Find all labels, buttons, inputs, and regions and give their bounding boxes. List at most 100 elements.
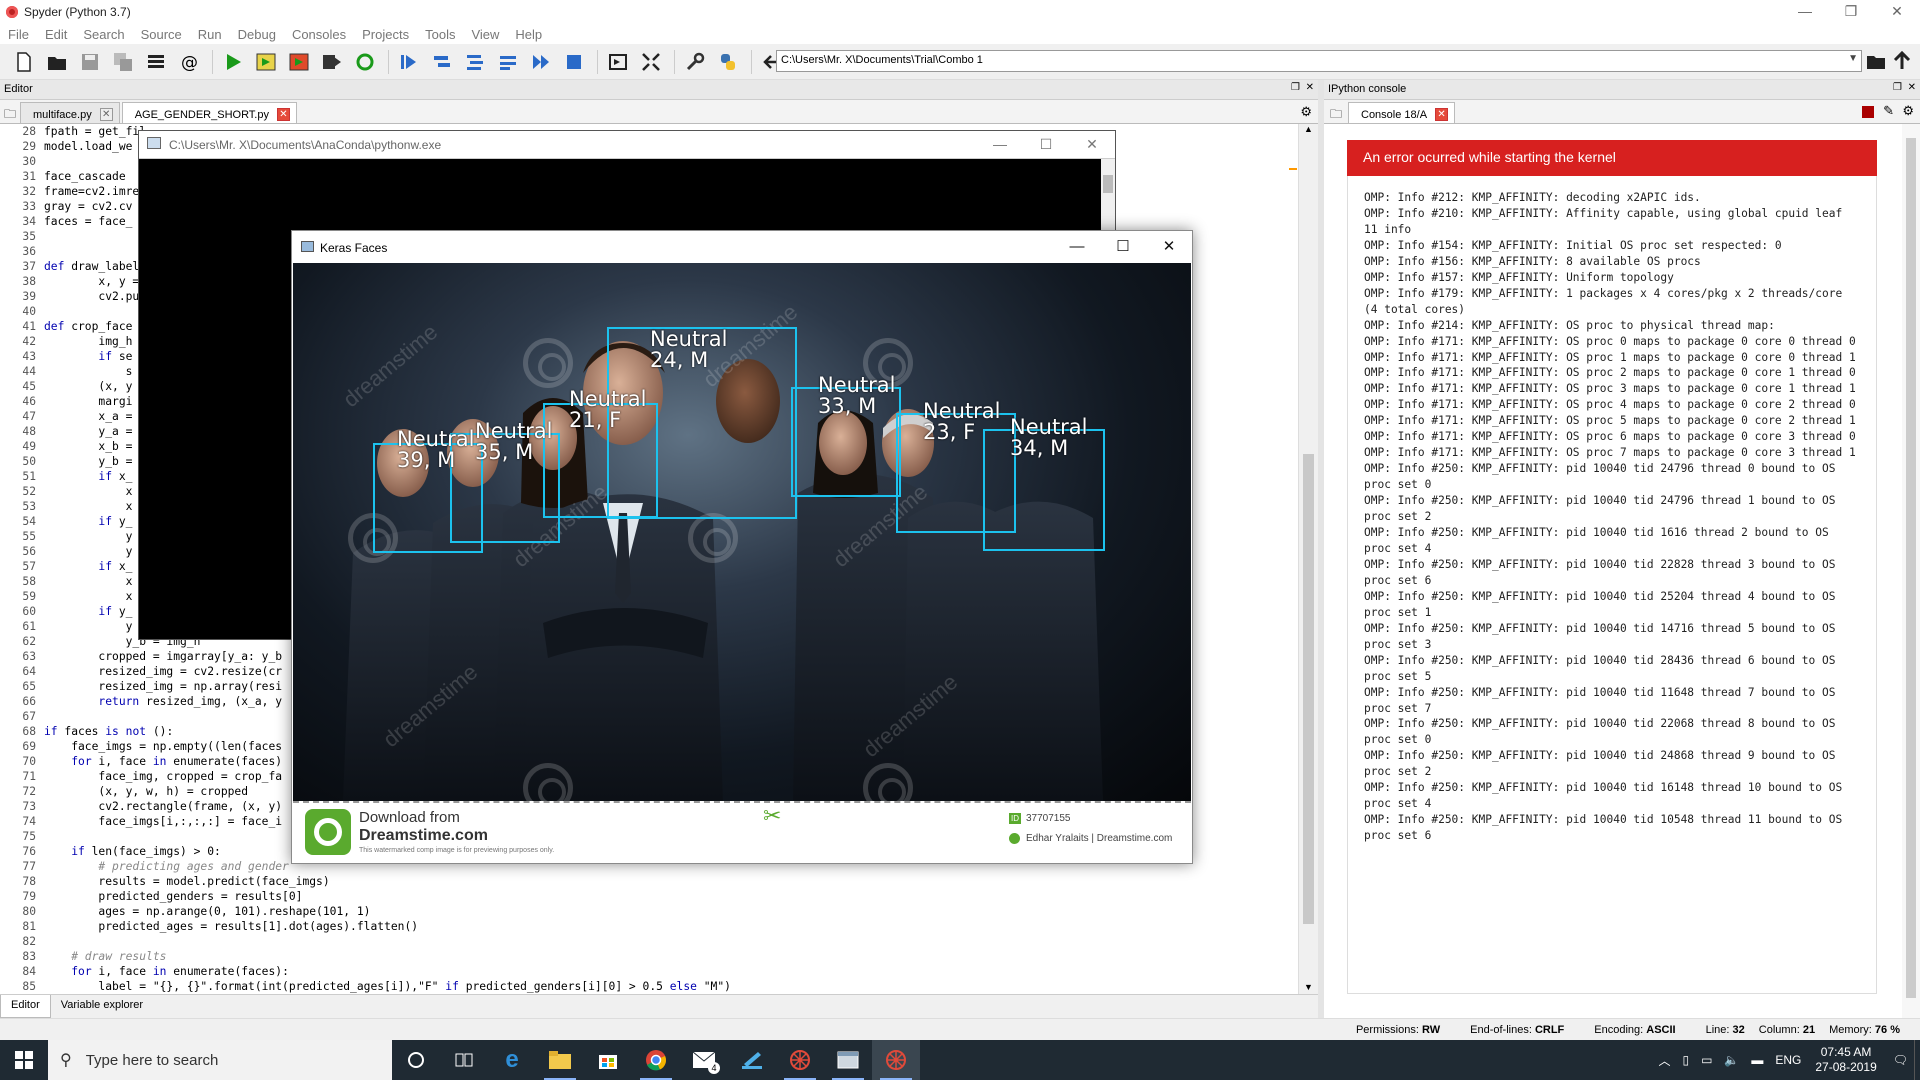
tab-console-18a[interactable]: Console 18/A ✕ (1348, 102, 1456, 123)
menu-consoles[interactable]: Consoles (292, 27, 346, 42)
menu-file[interactable]: File (8, 27, 29, 42)
minimize-button[interactable]: — (1054, 231, 1100, 263)
python-window-taskbar-icon[interactable] (824, 1040, 872, 1080)
maximize-button[interactable]: ☐ (1100, 231, 1146, 263)
code-line[interactable]: 78 results = model.predict(face_imgs) (0, 874, 1298, 889)
run-icon[interactable] (221, 50, 245, 74)
menu-source[interactable]: Source (141, 27, 182, 42)
keras-faces-window[interactable]: Keras Faces — ☐ ✕ dreamstime dreamstime … (291, 230, 1193, 864)
tab-editor[interactable]: Editor (0, 995, 51, 1018)
close-tab-icon[interactable]: ✕ (1435, 108, 1449, 121)
new-file-icon[interactable] (12, 50, 36, 74)
close-button[interactable]: ✕ (1146, 231, 1192, 263)
menu-search[interactable]: Search (83, 27, 124, 42)
scroll-up-icon[interactable]: ▲ (1304, 124, 1313, 134)
spyder-taskbar-icon[interactable] (776, 1040, 824, 1080)
parent-directory-icon[interactable] (1892, 50, 1912, 71)
wrench-icon[interactable] (683, 50, 707, 74)
tablet-icon[interactable]: ▯ (1682, 1053, 1689, 1067)
keras-taskbar-icon[interactable] (872, 1040, 920, 1080)
cortana-icon[interactable] (392, 1040, 440, 1080)
code-line[interactable]: 82 (0, 934, 1298, 949)
menu-run[interactable]: Run (198, 27, 222, 42)
menu-edit[interactable]: Edit (45, 27, 67, 42)
browse-folder-icon[interactable] (1866, 51, 1886, 71)
scroll-down-icon[interactable]: ▼ (1304, 982, 1313, 992)
step-return-icon[interactable] (496, 50, 520, 74)
close-pane-icon[interactable]: ✕ (1908, 82, 1916, 93)
store-icon[interactable] (584, 1040, 632, 1080)
code-line[interactable]: 83 # draw results (0, 949, 1298, 964)
browse-tabs-icon[interactable] (144, 50, 168, 74)
undock-icon[interactable]: ❐ (1893, 82, 1902, 93)
language-indicator[interactable]: ENG (1775, 1053, 1801, 1067)
gear-icon[interactable]: ⚙ (1902, 103, 1914, 119)
code-line[interactable]: 85 label = "{}, {}".format(int(predicted… (0, 979, 1298, 994)
close-tab-icon[interactable]: ✕ (277, 108, 290, 121)
scrollbar-thumb[interactable] (1303, 454, 1314, 924)
keras-titlebar[interactable]: Keras Faces — ☐ ✕ (292, 231, 1192, 263)
pen-app-icon[interactable] (728, 1040, 776, 1080)
tab-multiface[interactable]: multiface.py ✕ (20, 102, 120, 123)
maximize-button[interactable]: ☐ (1023, 131, 1069, 157)
run-cell-advance-icon[interactable] (287, 50, 311, 74)
close-tab-icon[interactable]: ✕ (99, 108, 113, 121)
code-line[interactable]: 81 predicted_ages = results[1].dot(ages)… (0, 919, 1298, 934)
code-line[interactable]: 79 predicted_genders = results[0] (0, 889, 1298, 904)
menu-debug[interactable]: Debug (238, 27, 276, 42)
scrollbar-thumb[interactable] (1906, 138, 1916, 998)
close-button[interactable]: ✕ (1874, 0, 1920, 24)
working-directory-field[interactable]: C:\Users\Mr. X\Documents\Trial\Combo 1 ▼ (776, 50, 1862, 72)
chevron-down-icon[interactable]: ▼ (1848, 53, 1858, 64)
close-button[interactable]: ✕ (1069, 131, 1115, 157)
maximize-button[interactable]: ❐ (1828, 0, 1874, 24)
taskbar-search[interactable]: ⚲ Type here to search (48, 1040, 392, 1080)
close-pane-icon[interactable]: ✕ (1306, 82, 1314, 93)
minimize-button[interactable]: — (977, 131, 1023, 157)
editor-scrollbar[interactable]: ▲ ▼ (1289, 124, 1318, 994)
open-folder-icon[interactable] (45, 50, 69, 74)
menu-view[interactable]: View (471, 27, 499, 42)
menu-tools[interactable]: Tools (425, 27, 455, 42)
minimize-button[interactable]: — (1782, 0, 1828, 24)
volume-icon[interactable]: 🔈 (1724, 1053, 1739, 1067)
mail-icon[interactable]: 4 (680, 1040, 728, 1080)
gear-icon[interactable]: ⚙ (1300, 104, 1312, 120)
console-scrollbar[interactable] (1902, 124, 1920, 1018)
clock[interactable]: 07:45 AM 27-08-2019 (1815, 1045, 1876, 1075)
menu-help[interactable]: Help (515, 27, 542, 42)
task-view-icon[interactable] (440, 1040, 488, 1080)
battery-icon[interactable]: ▬ (1751, 1053, 1763, 1067)
folder-icon[interactable]: 🗀 (4, 105, 16, 126)
menu-projects[interactable]: Projects (362, 27, 409, 42)
edge-browser-icon[interactable]: e (488, 1040, 536, 1080)
code-line[interactable]: 84 for i, face in enumerate(faces): (0, 964, 1298, 979)
windows-start-icon[interactable] (0, 1040, 48, 1080)
save-icon[interactable] (78, 50, 102, 74)
tab-variable-explorer[interactable]: Variable explorer (51, 995, 153, 1018)
file-explorer-icon[interactable] (536, 1040, 584, 1080)
tab-age-gender-short[interactable]: AGE_GENDER_SHORT.py ✕ (121, 102, 297, 123)
python-path-icon[interactable] (716, 50, 740, 74)
debug-icon[interactable] (397, 50, 421, 74)
stop-debug-icon[interactable] (562, 50, 586, 74)
fullscreen-icon[interactable] (639, 50, 663, 74)
run-cell-icon[interactable] (254, 50, 278, 74)
code-line[interactable]: 80 ages = np.arange(0, 101).reshape(101,… (0, 904, 1298, 919)
at-symbol-icon[interactable]: @ (177, 50, 201, 74)
rerun-icon[interactable] (353, 50, 377, 74)
notifications-icon[interactable]: 🗨 (1893, 1053, 1908, 1067)
edit-icon[interactable]: ✎ (1883, 103, 1894, 119)
maximize-pane-icon[interactable] (606, 50, 630, 74)
scrollbar-thumb[interactable] (1103, 175, 1113, 193)
step-icon[interactable] (430, 50, 454, 74)
run-selection-icon[interactable] (320, 50, 344, 74)
pythonw-titlebar[interactable]: C:\Users\Mr. X\Documents\AnaConda\python… (139, 131, 1115, 159)
continue-icon[interactable] (529, 50, 553, 74)
stop-kernel-icon[interactable] (1862, 106, 1874, 118)
save-all-icon[interactable] (111, 50, 135, 74)
folder-icon[interactable]: 🗀 (1330, 105, 1342, 126)
undock-icon[interactable]: ❐ (1291, 82, 1300, 93)
network-icon[interactable]: ▭ (1701, 1053, 1712, 1067)
chrome-icon[interactable] (632, 1040, 680, 1080)
